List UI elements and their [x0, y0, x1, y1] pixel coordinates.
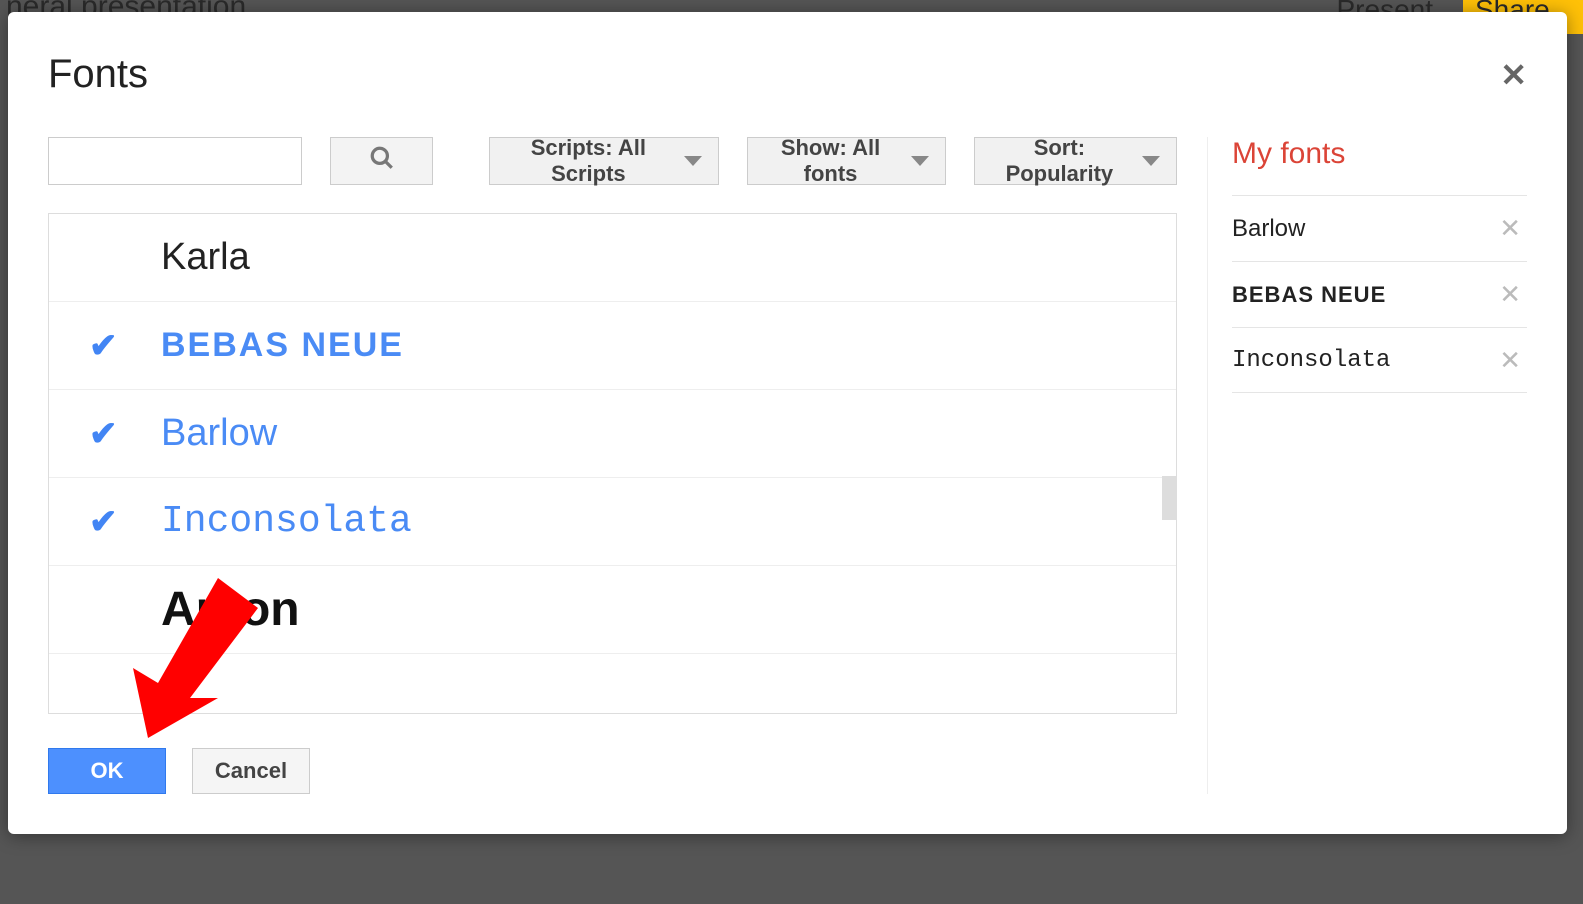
cancel-button[interactable]: Cancel — [192, 748, 310, 794]
dialog-title: Fonts — [48, 52, 148, 97]
my-font-name: Bebas Neue — [1232, 282, 1386, 308]
search-icon — [369, 145, 395, 178]
my-fonts-panel: My fonts Barlow ✕ Bebas Neue ✕ Inconsola… — [1207, 137, 1527, 794]
close-icon[interactable]: ✕ — [1500, 56, 1527, 94]
chevron-down-icon — [684, 156, 702, 166]
chevron-down-icon — [1142, 156, 1160, 166]
font-name: Karla — [161, 236, 250, 279]
remove-font-icon[interactable]: ✕ — [1499, 345, 1527, 376]
fonts-dialog: Fonts ✕ Scripts: All Scripts — [8, 12, 1567, 834]
font-list-item[interactable]: ✔ Barlow — [49, 390, 1176, 478]
remove-font-icon[interactable]: ✕ — [1499, 279, 1527, 310]
scripts-filter[interactable]: Scripts: All Scripts — [489, 137, 719, 185]
font-list-item[interactable]: ✔ Anton — [49, 566, 1176, 654]
font-list-item[interactable]: ✔ Bebas Neue — [49, 302, 1176, 390]
font-name: Anton — [161, 582, 300, 637]
my-font-item[interactable]: Barlow ✕ — [1232, 195, 1527, 261]
font-name: Barlow — [161, 412, 277, 455]
check-icon: ✔ — [89, 326, 125, 366]
my-font-name: Inconsolata — [1232, 347, 1390, 374]
dialog-header: Fonts ✕ — [48, 52, 1527, 97]
sort-filter-label: Sort: Popularity — [991, 135, 1128, 187]
chevron-down-icon — [911, 156, 929, 166]
check-icon: ✔ — [89, 414, 125, 454]
scripts-filter-label: Scripts: All Scripts — [506, 135, 670, 187]
show-filter-label: Show: All fonts — [764, 135, 896, 187]
font-name: Bebas Neue — [161, 326, 404, 365]
my-font-item[interactable]: Bebas Neue ✕ — [1232, 261, 1527, 327]
font-name: Inconsolata — [161, 500, 412, 543]
remove-font-icon[interactable]: ✕ — [1499, 213, 1527, 244]
search-button[interactable] — [330, 137, 433, 185]
my-fonts-heading: My fonts — [1232, 137, 1527, 171]
font-search-input[interactable] — [48, 137, 302, 185]
check-icon: ✔ — [89, 502, 125, 542]
show-filter[interactable]: Show: All fonts — [747, 137, 945, 185]
ok-button[interactable]: OK — [48, 748, 166, 794]
font-controls-row: Scripts: All Scripts Show: All fonts Sor… — [48, 137, 1177, 185]
font-list-item[interactable]: ✔ Karla — [49, 214, 1176, 302]
my-font-name: Barlow — [1232, 215, 1305, 243]
my-font-item[interactable]: Inconsolata ✕ — [1232, 327, 1527, 393]
dialog-footer: OK Cancel — [48, 748, 1177, 794]
sort-filter[interactable]: Sort: Popularity — [974, 137, 1177, 185]
scrollbar-thumb[interactable] — [1162, 476, 1176, 520]
font-list-item[interactable]: ✔ Inconsolata — [49, 478, 1176, 566]
font-list: ✔ Karla ✔ Bebas Neue ✔ Barlow ✔ Inconsol… — [48, 213, 1177, 714]
